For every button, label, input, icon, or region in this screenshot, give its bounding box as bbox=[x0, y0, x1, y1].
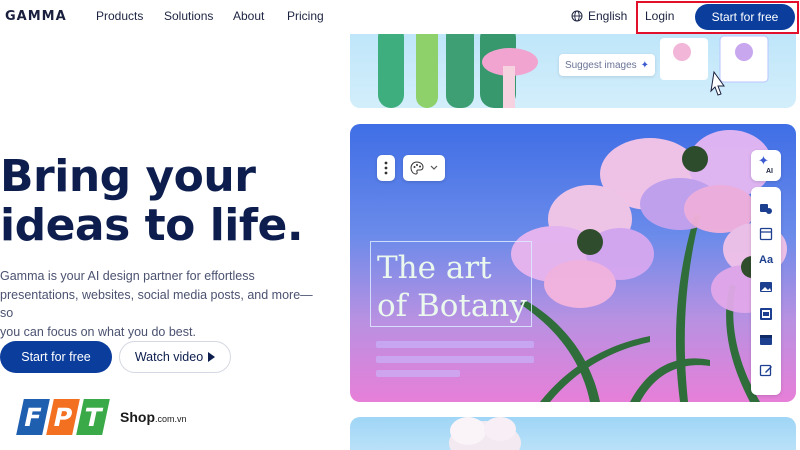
nav-pricing[interactable]: Pricing bbox=[287, 9, 324, 23]
slide-title[interactable]: The art of Botany bbox=[377, 249, 527, 325]
nav-solutions[interactable]: Solutions bbox=[164, 9, 213, 23]
placeholder-text-line bbox=[376, 356, 534, 363]
hero-title-line1: Bring your bbox=[0, 151, 256, 202]
hero-subtitle-line3: you can focus on what you do best. bbox=[0, 324, 196, 339]
placeholder-text-line bbox=[376, 370, 460, 377]
theme-picker-button[interactable] bbox=[403, 155, 445, 181]
preview-card-bottom bbox=[350, 417, 796, 450]
fpt-letter-t: T bbox=[76, 399, 110, 435]
fpt-shop-domain: .com.vn bbox=[155, 414, 187, 424]
hero-subtitle-line2: presentations, websites, social media po… bbox=[0, 287, 313, 321]
ai-assist-button[interactable]: ✦ AI bbox=[751, 150, 781, 181]
globe-icon bbox=[571, 10, 583, 22]
vertical-dots-icon bbox=[384, 161, 388, 175]
video-icon[interactable] bbox=[759, 307, 773, 321]
nav-about[interactable]: About bbox=[233, 9, 264, 23]
layout-icon[interactable] bbox=[759, 227, 773, 241]
preview-card-top: Suggest images ✦ bbox=[350, 34, 796, 108]
ai-badge: AI bbox=[766, 168, 773, 175]
language-selector[interactable]: English bbox=[571, 9, 627, 23]
fpt-shop-word: Shop bbox=[120, 409, 155, 425]
hero-subtitle: Gamma is your AI design partner for effo… bbox=[0, 267, 320, 341]
placeholder-text-line bbox=[376, 341, 534, 348]
slide-title-line2: of Botany bbox=[377, 288, 527, 324]
fpt-letter-f: F bbox=[16, 399, 50, 435]
hero-title: Bring your ideas to life. bbox=[0, 152, 340, 250]
nav-products[interactable]: Products bbox=[96, 9, 143, 23]
more-options-button[interactable] bbox=[377, 155, 395, 181]
text-style-icon[interactable]: Aa bbox=[759, 253, 773, 267]
suggest-images-label: Suggest images bbox=[564, 59, 637, 71]
watch-video-label: Watch video bbox=[134, 350, 204, 364]
card-icon[interactable] bbox=[759, 333, 773, 347]
watch-video-button[interactable]: Watch video bbox=[119, 341, 231, 373]
sparkle-icon: ✦ bbox=[640, 59, 650, 71]
fpt-letter-p: P bbox=[46, 399, 80, 435]
gamma-logo[interactable]: GAMMA bbox=[5, 9, 67, 24]
fpt-shop-watermark: F P T Shop.com.vn bbox=[16, 397, 198, 441]
hero-title-line2: ideas to life. bbox=[0, 200, 304, 251]
hero-subtitle-line1: Gamma is your AI design partner for effo… bbox=[0, 269, 255, 283]
play-icon bbox=[208, 352, 216, 362]
chevron-down-icon bbox=[430, 165, 438, 170]
shapes-icon[interactable] bbox=[759, 201, 773, 215]
editor-side-panel: ✦ AI Aa bbox=[751, 150, 781, 395]
insert-tools: Aa bbox=[751, 187, 781, 395]
suggest-images-button[interactable]: Suggest images ✦ bbox=[559, 54, 655, 76]
preview-card-main: The art of Botany ✦ AI Aa bbox=[350, 124, 796, 402]
edit-form-icon[interactable] bbox=[759, 363, 773, 377]
sparkle-ai-icon: ✦ bbox=[758, 153, 769, 168]
fpt-shop-text: Shop.com.vn bbox=[120, 409, 187, 425]
top-nav: GAMMA Products Solutions About Pricing E… bbox=[0, 0, 800, 34]
nav-start-free-button[interactable]: Start for free bbox=[695, 4, 795, 30]
cloud-illustration bbox=[449, 417, 521, 450]
language-label: English bbox=[588, 9, 628, 23]
image-icon[interactable] bbox=[759, 280, 773, 294]
slide-title-line1: The art bbox=[377, 250, 492, 286]
hero-start-free-button[interactable]: Start for free bbox=[0, 341, 112, 373]
login-link[interactable]: Login bbox=[645, 9, 674, 23]
palette-icon bbox=[410, 161, 424, 175]
